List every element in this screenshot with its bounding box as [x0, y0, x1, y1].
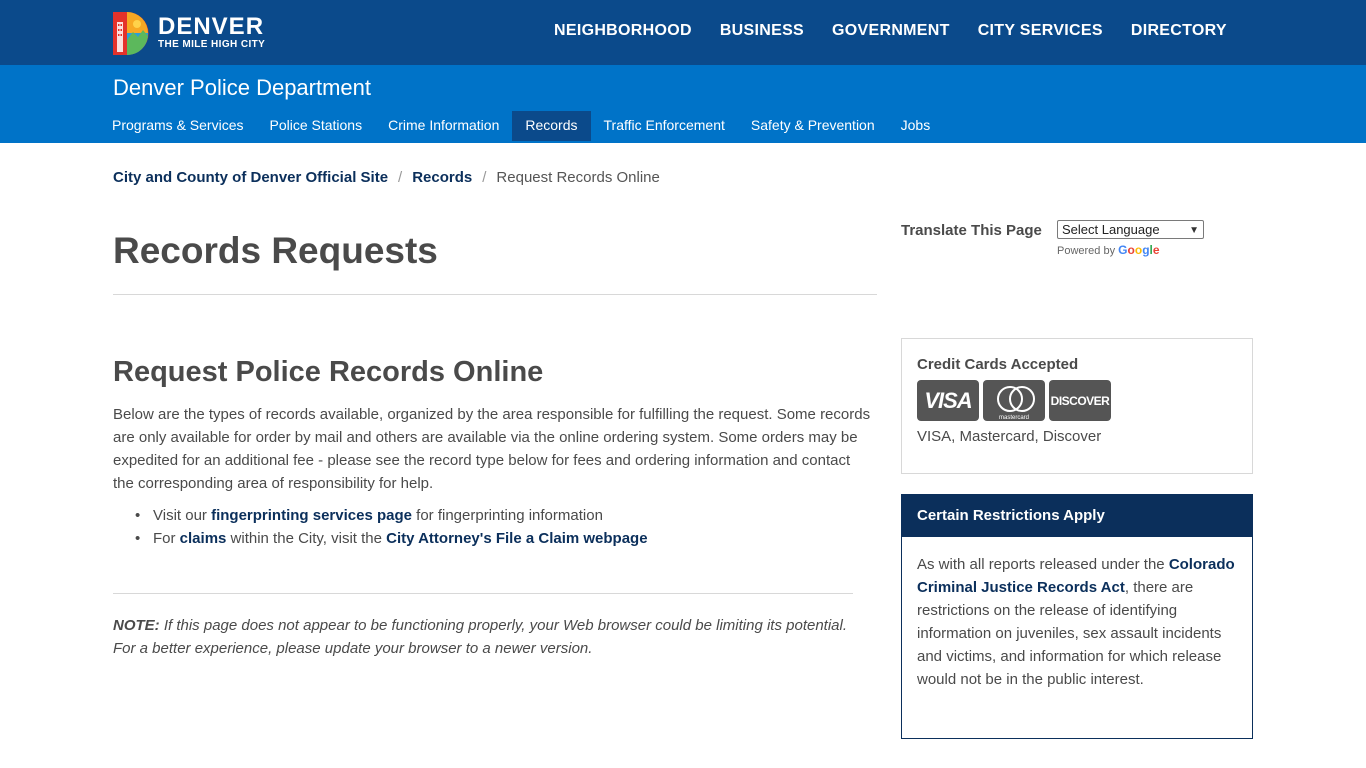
restrictions-text: As with all reports released under the C… [917, 553, 1242, 691]
subnav-jobs[interactable]: Jobs [888, 111, 944, 141]
logo-subtitle: THE MILE HIGH CITY [158, 39, 266, 50]
subnav-records[interactable]: Records [512, 111, 591, 141]
page-title: Records Requests [113, 230, 438, 271]
mastercard-logo-text: mastercard [998, 415, 1029, 421]
chevron-down-icon: ▼ [1189, 225, 1199, 236]
department-header: Denver Police Department Programs & Serv… [0, 65, 1366, 143]
discover-logo-icon: DISCOVER [1049, 380, 1111, 421]
nav-city-services[interactable]: CITY SERVICES [978, 22, 1103, 40]
breadcrumb-separator: / [398, 169, 403, 186]
main-nav: NEIGHBORHOOD BUSINESS GOVERNMENT CITY SE… [554, 22, 1255, 40]
file-a-claim-link[interactable]: City Attorney's File a Claim webpage [386, 530, 647, 547]
language-select-value: Select Language [1062, 222, 1160, 237]
visa-logo-text: VISA [924, 387, 972, 413]
credit-cards-box: Credit Cards Accepted VISA mastercard DI… [901, 338, 1253, 474]
bullet-text: within the City, visit the [226, 530, 387, 547]
subnav-traffic-enforcement[interactable]: Traffic Enforcement [591, 111, 738, 141]
list-item: For claims within the City, visit the Ci… [133, 527, 648, 550]
credit-card-logos: VISA mastercard DISCOVER [917, 380, 1115, 421]
nav-business[interactable]: BUSINESS [720, 22, 804, 40]
mastercard-logo-icon: mastercard [983, 380, 1045, 421]
breadcrumb-current: Request Records Online [496, 169, 660, 186]
note-label: NOTE: [113, 617, 160, 634]
department-title[interactable]: Denver Police Department [113, 75, 371, 101]
powered-by-label: Powered by [1057, 245, 1116, 257]
subnav-police-stations[interactable]: Police Stations [256, 111, 375, 141]
logo-text: DENVER THE MILE HIGH CITY [158, 15, 265, 51]
bullet-text: for fingerprinting information [411, 507, 603, 524]
subnav-programs-services[interactable]: Programs & Services [99, 111, 256, 141]
section-title: Request Police Records Online [113, 356, 544, 388]
list-item: Visit our fingerprinting services page f… [133, 504, 648, 527]
department-nav: Programs & Services Police Stations Crim… [99, 111, 943, 141]
info-links-list: Visit our fingerprinting services page f… [133, 504, 648, 550]
powered-by-google: Powered by Google [1057, 243, 1160, 257]
google-logo[interactable]: Google [1118, 243, 1159, 257]
content-divider [113, 593, 853, 594]
nav-directory[interactable]: DIRECTORY [1131, 22, 1227, 40]
nav-government[interactable]: GOVERNMENT [832, 22, 950, 40]
accepted-cards-text: VISA, Mastercard, Discover [917, 428, 1102, 445]
breadcrumb-records[interactable]: Records [412, 169, 472, 186]
bullet-text: For [153, 530, 180, 547]
denver-logo-icon [113, 11, 149, 55]
breadcrumb: City and County of Denver Official Site … [113, 169, 660, 186]
visa-logo-icon: VISA [917, 380, 979, 421]
browser-note: NOTE: If this page does not appear to be… [113, 614, 853, 660]
denver-logo[interactable]: DENVER THE MILE HIGH CITY [113, 11, 265, 55]
top-header: DENVER THE MILE HIGH CITY NEIGHBORHOOD B… [0, 0, 1366, 65]
restrictions-title: Certain Restrictions Apply [902, 495, 1252, 537]
breadcrumb-separator: / [482, 169, 487, 186]
note-text: If this page does not appear to be funct… [113, 617, 848, 657]
title-divider [113, 294, 877, 295]
intro-paragraph: Below are the types of records available… [113, 406, 871, 492]
restrictions-box: Certain Restrictions Apply As with all r… [901, 494, 1253, 739]
nav-neighborhood[interactable]: NEIGHBORHOOD [554, 22, 692, 40]
credit-cards-title: Credit Cards Accepted [917, 356, 1079, 373]
discover-logo-text: DISCOVER [1050, 393, 1110, 408]
fingerprinting-services-link[interactable]: fingerprinting services page [211, 507, 412, 524]
subnav-crime-information[interactable]: Crime Information [375, 111, 512, 141]
breadcrumb-home[interactable]: City and County of Denver Official Site [113, 169, 388, 186]
logo-title: DENVER [158, 13, 265, 40]
mastercard-circles [994, 385, 1035, 416]
translate-label: Translate This Page [901, 222, 1042, 239]
bullet-text: Visit our [153, 507, 212, 524]
language-select[interactable]: Select Language ▼ [1057, 220, 1204, 239]
claims-link[interactable]: claims [180, 530, 227, 547]
subnav-safety-prevention[interactable]: Safety & Prevention [738, 111, 888, 141]
restrictions-text-pre: As with all reports released under the [917, 556, 1169, 573]
